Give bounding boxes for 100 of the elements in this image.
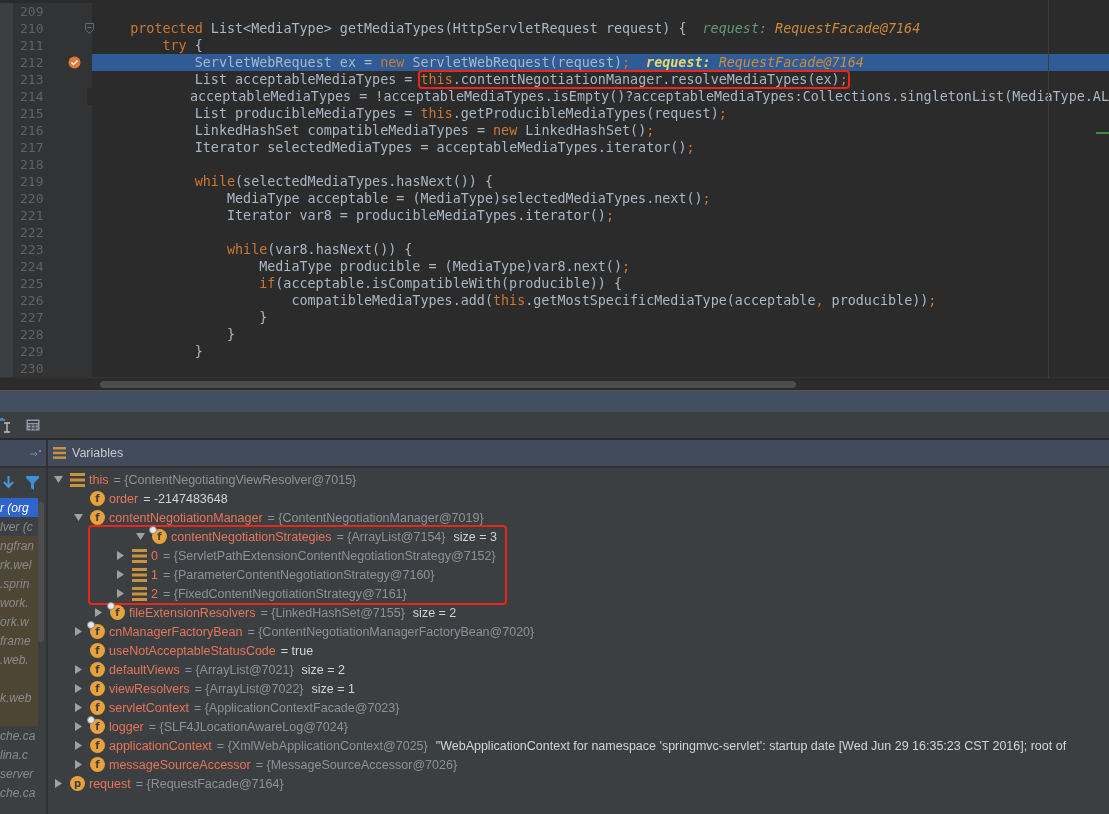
down-arrow-icon[interactable] bbox=[3, 476, 14, 490]
variable-name: messageSourceAccessor bbox=[109, 757, 251, 772]
field-icon: f bbox=[90, 510, 105, 525]
variable-name: viewResolvers bbox=[109, 681, 190, 696]
expand-arrow-icon[interactable] bbox=[73, 627, 83, 636]
field-icon: f bbox=[90, 738, 105, 753]
expand-arrow-icon[interactable] bbox=[73, 684, 83, 693]
stack-frame[interactable]: r (org bbox=[0, 498, 38, 517]
scrollbar-thumb[interactable] bbox=[100, 380, 796, 388]
field-icon: f bbox=[90, 662, 105, 677]
expand-arrow-icon[interactable] bbox=[115, 551, 125, 560]
field-icon: f bbox=[110, 605, 125, 620]
variable-detail: "WebApplicationContext for namespace 'springmvc-servlet': startup date [Wed Jun 29 16:35:23 CST 2016]; root of bbox=[435, 738, 1067, 753]
code-text: protected List<MediaType> getMediaTypes(HttpServletRequest request) { bbox=[130, 21, 687, 36]
code-text: } bbox=[226, 327, 235, 342]
inline-value-hint: request: RequestFacade@7164 bbox=[702, 21, 921, 36]
collapse-arrow-icon[interactable] bbox=[53, 475, 63, 484]
field-icon: f bbox=[90, 624, 105, 639]
variable-detail: size = 2 bbox=[301, 662, 346, 677]
field-icon: f bbox=[90, 643, 105, 658]
stack-frame[interactable]: frame bbox=[0, 631, 38, 650]
fold-icon[interactable] bbox=[85, 23, 94, 34]
list-icon bbox=[53, 447, 66, 459]
variable-name: servletContext bbox=[109, 700, 189, 715]
expand-arrow-icon[interactable] bbox=[53, 779, 63, 788]
expand-arrow-icon[interactable] bbox=[73, 760, 83, 769]
scrollbar-thumb[interactable] bbox=[38, 502, 44, 642]
variable-name: contentNegotiationManager bbox=[109, 510, 263, 525]
variable-name: logger bbox=[109, 719, 144, 734]
variable-value: = {ArrayList@7154} bbox=[336, 529, 446, 544]
variable-value: = {ServletPathExtensionContentNegotiationStrategy@7152} bbox=[162, 548, 496, 563]
variable-name: useNotAcceptableStatusCode bbox=[109, 643, 276, 658]
variable-value: = {ContentNegotiatingViewResolver@7015} bbox=[113, 472, 357, 487]
stack-frame[interactable]: .sprin bbox=[0, 574, 38, 593]
stack-frame[interactable]: che.ca bbox=[0, 726, 38, 745]
variable-name: request bbox=[89, 776, 131, 791]
stack-frame[interactable]: che.ca bbox=[0, 783, 38, 802]
stack-frame[interactable]: ork.w bbox=[0, 612, 38, 631]
inline-value-hint: request: RequestFacade@7164 bbox=[646, 55, 864, 70]
code-text: MediaType acceptable = (MediaType)selectedMediaTypes.next(); bbox=[226, 191, 711, 206]
stack-frame[interactable]: lver (c bbox=[0, 517, 38, 536]
variable-value: = {ArrayList@7021} bbox=[184, 662, 294, 677]
code-text: LinkedHashSet compatibleMediaTypes = new LinkedHashSet(); bbox=[194, 123, 655, 138]
list-icon bbox=[132, 567, 147, 582]
expand-arrow-icon[interactable] bbox=[73, 703, 83, 712]
stack-frame[interactable]: .web. bbox=[0, 650, 38, 669]
expand-arrow-icon[interactable] bbox=[115, 589, 125, 598]
code-text: List acceptableMediaTypes = bbox=[194, 72, 414, 87]
field-icon: f bbox=[90, 700, 105, 715]
stack-frame[interactable]: server bbox=[0, 764, 38, 783]
variable-value: = {ParameterContentNegotiationStrategy@7160} bbox=[162, 567, 435, 582]
stack-frame[interactable]: lina.c bbox=[0, 745, 38, 764]
variable-value: = {XmlWebApplicationContext@7025} bbox=[216, 738, 428, 753]
filter-icon[interactable] bbox=[26, 476, 39, 490]
variable-value: = {ArrayList@7022} bbox=[194, 681, 304, 696]
hide-arrow-icon[interactable] bbox=[30, 449, 42, 457]
variable-value: = {FixedContentNegotiationStrategy@7161} bbox=[162, 586, 407, 601]
variable-value: = {MessageSourceAccessor@7026} bbox=[255, 757, 458, 772]
code-text: acceptableMediaTypes = !acceptableMediaTypes.isEmpty()?acceptableMediaTypes:Collections.singletonList(MediaType.AL bbox=[189, 89, 1109, 104]
variable-value: = true bbox=[280, 643, 314, 658]
expand-arrow-icon[interactable] bbox=[115, 570, 125, 579]
code-text: while(var8.hasNext()) { bbox=[226, 242, 413, 257]
stack-frame[interactable]: rk.wel bbox=[0, 555, 38, 574]
breakpoint-icon[interactable] bbox=[68, 56, 81, 69]
code-text: Iterator selectedMediaTypes = acceptableMediaTypes.iterator(); bbox=[194, 140, 695, 155]
table-icon[interactable] bbox=[26, 419, 40, 431]
variable-name: fileExtensionResolvers bbox=[129, 605, 256, 620]
stack-frame[interactable]: work. bbox=[0, 593, 38, 612]
expand-arrow-icon[interactable] bbox=[73, 741, 83, 750]
expand-arrow-icon[interactable] bbox=[93, 608, 103, 617]
expand-arrow-icon[interactable] bbox=[73, 665, 83, 674]
code-text: compatibleMediaTypes.add(this.getMostSpecificMediaType(acceptable, producible)); bbox=[291, 293, 937, 308]
variable-name: contentNegotiationStrategies bbox=[171, 529, 332, 544]
variable-name: applicationContext bbox=[109, 738, 212, 753]
code-text: if(acceptable.isCompatibleWith(producible)) { bbox=[259, 276, 622, 291]
panel-title: Variables bbox=[72, 446, 124, 460]
variable-value: = {LinkedHashSet@7155} bbox=[260, 605, 405, 620]
list-icon bbox=[132, 586, 147, 601]
text-cursor-icon[interactable] bbox=[0, 417, 12, 433]
collapse-arrow-icon[interactable] bbox=[135, 532, 145, 541]
highlighted-code: this.contentNegotiationManager.resolveMediaTypes(ex); bbox=[418, 70, 850, 89]
variable-name: 1 bbox=[151, 567, 158, 582]
code-text: } bbox=[259, 310, 268, 325]
stack-frame[interactable]: ngfran bbox=[0, 536, 38, 555]
field-icon: f bbox=[152, 529, 167, 544]
variable-name: cnManagerFactoryBean bbox=[109, 624, 243, 639]
list-icon bbox=[132, 548, 147, 563]
collapse-arrow-icon[interactable] bbox=[73, 513, 83, 522]
variable-detail: size = 2 bbox=[412, 605, 457, 620]
list-icon bbox=[70, 472, 85, 487]
variable-name: 2 bbox=[151, 586, 158, 601]
variable-value: = {ApplicationContextFacade@7023} bbox=[193, 700, 400, 715]
code-text: MediaType producible = (MediaType)var8.next(); bbox=[259, 259, 631, 274]
variable-value: = {ContentNegotiationManager@7019} bbox=[267, 510, 484, 525]
code-text: List producibleMediaTypes = this.getProducibleMediaTypes(request); bbox=[194, 106, 727, 121]
variable-value: = {RequestFacade@7164} bbox=[135, 776, 284, 791]
expand-arrow-icon[interactable] bbox=[73, 722, 83, 731]
variable-value: = {ContentNegotiationManagerFactoryBean@7020} bbox=[247, 624, 535, 639]
variable-detail: size = 1 bbox=[311, 681, 355, 696]
stack-frame[interactable]: k.web bbox=[0, 688, 38, 707]
